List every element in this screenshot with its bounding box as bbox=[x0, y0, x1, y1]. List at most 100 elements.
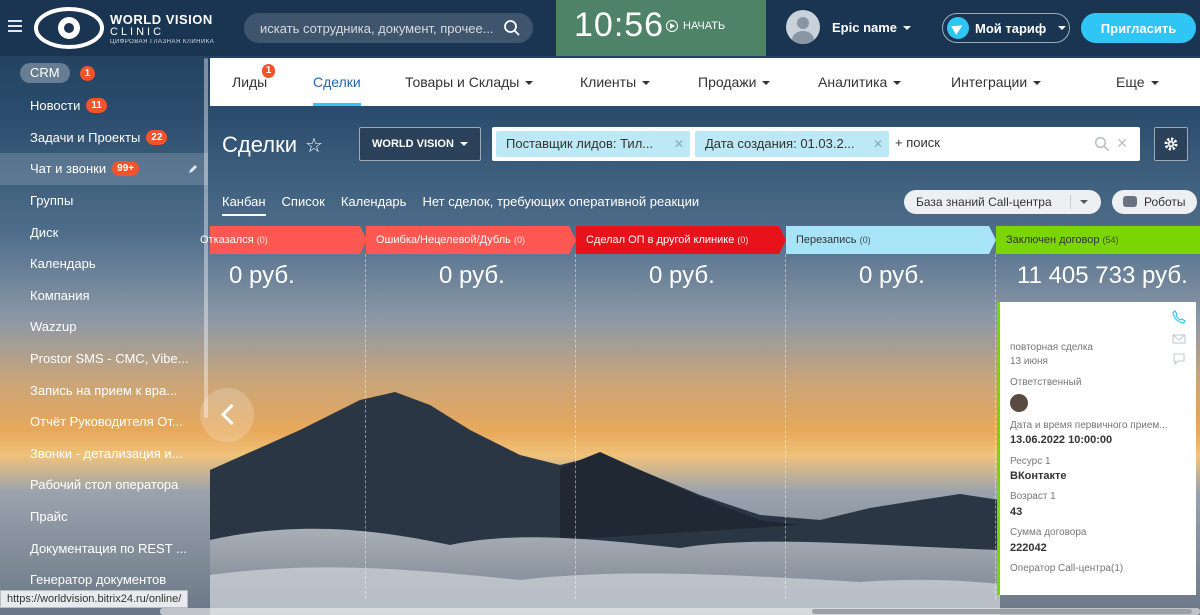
sidebar-item-tasks[interactable]: Задачи и Проекты 22 bbox=[0, 122, 208, 154]
avatar[interactable] bbox=[786, 10, 820, 44]
filter-chip-lead-source[interactable]: Поставщик лидов: Тил... ✕ bbox=[496, 131, 690, 157]
sidebar-item-rest-docs[interactable]: Документация по REST ... bbox=[0, 532, 208, 564]
tab-analytics[interactable]: Аналитика bbox=[818, 58, 902, 106]
settings-button[interactable] bbox=[1154, 127, 1188, 161]
stage-header-other-clinic[interactable]: Сделал ОП в другой клинике (0) bbox=[576, 226, 786, 254]
view-list[interactable]: Список bbox=[282, 194, 325, 216]
filter-search-box[interactable]: Поставщик лидов: Тил... ✕ Дата создания:… bbox=[492, 127, 1140, 161]
category-label: WORLD VISION bbox=[372, 138, 454, 150]
add-search-field[interactable]: + поиск bbox=[895, 135, 940, 150]
chevron-down-icon[interactable] bbox=[1080, 200, 1088, 204]
sidebar-item-price[interactable]: Прайс bbox=[0, 501, 208, 533]
field-label: Сумма договора bbox=[1010, 527, 1087, 538]
mail-icon[interactable] bbox=[1172, 332, 1186, 346]
global-search-input[interactable] bbox=[260, 18, 500, 38]
clear-icon[interactable]: ✕ bbox=[1116, 135, 1128, 152]
user-menu[interactable]: Epic name bbox=[786, 10, 912, 44]
sidebar-item-groups[interactable]: Группы bbox=[0, 185, 208, 217]
tab-clients[interactable]: Клиенты bbox=[580, 58, 651, 106]
tab-deals[interactable]: Сделки bbox=[313, 58, 361, 106]
scrollbar-thumb[interactable] bbox=[812, 609, 1192, 614]
stage-count: (0) bbox=[513, 235, 525, 245]
filter-chip-created-date[interactable]: Дата создания: 01.03.2... ✕ bbox=[695, 131, 889, 157]
horizontal-scrollbar[interactable] bbox=[160, 608, 1200, 615]
search-icon[interactable] bbox=[503, 19, 521, 37]
avatar[interactable] bbox=[1010, 394, 1028, 412]
sidebar-item-label: Звонки - детализация и... bbox=[30, 445, 183, 461]
urgent-deals-filter[interactable]: Нет сделок, требующих оперативной реакци… bbox=[422, 194, 699, 216]
world-vision-logo[interactable] bbox=[34, 6, 104, 50]
sidebar-item-wazzup[interactable]: Wazzup bbox=[0, 311, 208, 343]
stage-name: Заключен договор bbox=[1006, 234, 1100, 246]
counter-badge: 99+ bbox=[112, 161, 140, 177]
tab-label: Клиенты bbox=[580, 74, 637, 90]
search-icon[interactable] bbox=[1094, 136, 1110, 152]
stage-count: (0) bbox=[737, 235, 749, 245]
divider bbox=[1070, 195, 1071, 209]
gear-icon bbox=[1164, 137, 1178, 151]
sidebar-item-news[interactable]: Новости 11 bbox=[0, 90, 208, 122]
view-kanban[interactable]: Канбан bbox=[222, 194, 266, 216]
stage-name: Отказался bbox=[200, 234, 254, 246]
sidebar-item-label: Компания bbox=[30, 287, 90, 303]
left-sidebar: CRM 1 Новости 11 Задачи и Проекты 22 Чат… bbox=[0, 56, 208, 615]
brand-line-1: WORLD VISION bbox=[110, 12, 213, 27]
tab-label: Лиды bbox=[232, 74, 268, 90]
sidebar-item-crm[interactable]: CRM 1 bbox=[0, 56, 208, 90]
view-calendar[interactable]: Календарь bbox=[341, 194, 407, 216]
close-icon[interactable]: ✕ bbox=[674, 131, 684, 157]
sidebar-item-manager-report[interactable]: Отчёт Руководителя От... bbox=[0, 406, 208, 438]
work-day-widget[interactable]: 10:56 НАЧАТЬ bbox=[556, 0, 766, 56]
invite-button[interactable]: Пригласить bbox=[1081, 13, 1196, 43]
sidebar-item-calendar[interactable]: Календарь bbox=[0, 248, 208, 280]
sidebar-item-operator-desk[interactable]: Рабочий стол оператора bbox=[0, 469, 208, 501]
global-search[interactable] bbox=[244, 13, 533, 43]
stage-header-error[interactable]: Ошибка/Нецелевой/Дубль (0) bbox=[366, 226, 576, 254]
sidebar-item-label: Группы bbox=[30, 193, 74, 209]
column-divider bbox=[995, 254, 996, 599]
clock-time: 10:56 bbox=[574, 6, 665, 44]
stage-name: Ошибка/Нецелевой/Дубль bbox=[376, 234, 511, 246]
field-value: 43 bbox=[1010, 506, 1023, 518]
sidebar-item-label: Диск bbox=[30, 224, 59, 240]
stage-header-refused[interactable]: Отказался (0) bbox=[200, 226, 367, 254]
menu-icon[interactable] bbox=[8, 20, 22, 34]
start-workday-button[interactable]: НАЧАТЬ bbox=[666, 20, 725, 32]
my-tariff-button[interactable]: Мой тариф bbox=[942, 13, 1070, 43]
stage-name: Сделал ОП в другой клинике bbox=[586, 234, 735, 246]
tab-more[interactable]: Еще bbox=[1116, 58, 1159, 106]
tab-integrations[interactable]: Интеграции bbox=[951, 58, 1042, 106]
category-select-button[interactable]: WORLD VISION bbox=[359, 127, 481, 161]
robots-button[interactable]: Роботы bbox=[1112, 190, 1197, 214]
sidebar-item-company[interactable]: Компания bbox=[0, 280, 208, 312]
robots-label: Роботы bbox=[1144, 195, 1186, 209]
field-value: 13.06.2022 10:00:00 bbox=[1010, 434, 1113, 446]
sidebar-item-label: Документация по REST ... bbox=[30, 540, 187, 556]
sidebar-item-disk[interactable]: Диск bbox=[0, 216, 208, 248]
star-icon[interactable]: ☆ bbox=[305, 133, 323, 158]
stage-header-rebook[interactable]: Перезапись (0) bbox=[786, 226, 996, 254]
sidebar-item-appointment[interactable]: Запись на прием к вра... bbox=[0, 374, 208, 406]
knowledge-base-button[interactable]: База знаний Call-центра bbox=[904, 190, 1101, 214]
chat-icon[interactable] bbox=[1172, 352, 1186, 366]
deal-card[interactable]: повторная сделка 13 июня Ответственный Д… bbox=[997, 302, 1196, 595]
close-icon[interactable]: ✕ bbox=[873, 131, 883, 157]
pencil-icon[interactable] bbox=[188, 164, 198, 174]
stage-sum: 0 руб. bbox=[439, 262, 505, 289]
tab-leads[interactable]: Лиды 1 bbox=[232, 58, 276, 106]
tab-products[interactable]: Товары и Склады bbox=[405, 58, 534, 106]
sidebar-item-chat[interactable]: Чат и звонки 99+ bbox=[0, 153, 208, 185]
column-divider bbox=[575, 254, 576, 599]
sidebar-item-prostor-sms[interactable]: Prostor SMS - СМС, Vibe... bbox=[0, 343, 208, 375]
stage-header-contract[interactable]: Заключен договор (54) bbox=[996, 226, 1200, 254]
tab-sales[interactable]: Продажи bbox=[698, 58, 771, 106]
deal-subtitle: повторная сделка bbox=[1010, 342, 1093, 353]
tariff-label: Мой тариф bbox=[975, 20, 1047, 36]
chevron-down-icon bbox=[459, 142, 468, 146]
scroll-left-button[interactable] bbox=[200, 388, 254, 442]
responsible-label: Ответственный bbox=[1010, 377, 1082, 388]
sidebar-item-calls-detail[interactable]: Звонки - детализация и... bbox=[0, 438, 208, 470]
phone-icon[interactable] bbox=[1172, 310, 1186, 324]
field-label: Оператор Call-центра(1) bbox=[1010, 563, 1124, 574]
stage-sum: 0 руб. bbox=[649, 262, 715, 289]
